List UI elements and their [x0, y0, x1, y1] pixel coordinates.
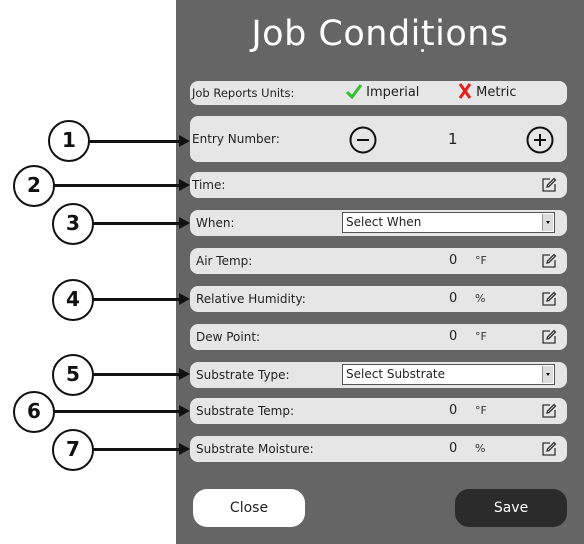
arrowhead-icon [179, 135, 190, 147]
edit-icon[interactable] [541, 177, 557, 193]
humidity-value: 0 [449, 291, 458, 306]
arrowhead-icon [179, 443, 190, 455]
when-select[interactable]: Select When [342, 212, 555, 233]
dew-point-label: Dew Point: [196, 330, 261, 344]
edit-icon[interactable] [541, 403, 557, 419]
imperial-label: Imperial [366, 85, 420, 100]
callout-1: 1 [48, 120, 90, 162]
air-temp-row: Air Temp: 0 °F [190, 248, 567, 274]
entry-number-value: 1 [448, 130, 458, 148]
edit-icon[interactable] [541, 291, 557, 307]
edit-icon[interactable] [541, 253, 557, 269]
air-temp-unit: °F [475, 254, 487, 267]
page-title: Job Conditions [251, 14, 509, 54]
imperial-option[interactable]: Imperial [345, 81, 420, 105]
dew-point-row: Dew Point: 0 °F [190, 324, 567, 350]
substrate-moisture-unit: % [475, 442, 486, 455]
dew-point-value: 0 [449, 329, 458, 344]
substrate-type-label: Substrate Type: [196, 368, 290, 382]
arrowhead-icon [179, 368, 190, 380]
minus-circle-icon[interactable] [349, 126, 377, 154]
callout-6: 6 [13, 391, 55, 433]
callout-arrow [93, 298, 180, 301]
substrate-moisture-value: 0 [449, 441, 458, 456]
substrate-select-value: Select Substrate [346, 367, 446, 381]
humidity-row: Relative Humidity: 0 % [190, 286, 567, 312]
humidity-unit: % [475, 292, 486, 305]
substrate-temp-unit: °F [475, 404, 487, 417]
substrate-temp-value: 0 [449, 403, 458, 418]
dropdown-arrow-icon[interactable] [542, 366, 553, 383]
units-row: Job Reports Units: Imperial Metric [190, 81, 567, 105]
arrowhead-icon [179, 179, 190, 191]
plus-circle-icon[interactable] [526, 126, 554, 154]
time-label: Time: [192, 178, 226, 192]
substrate-temp-label: Substrate Temp: [196, 404, 295, 418]
substrate-type-row: Substrate Type: Select Substrate [190, 362, 567, 388]
entry-number-row: Entry Number: 1 [190, 116, 567, 162]
metric-option[interactable]: Metric [458, 81, 517, 105]
title-dot [421, 49, 424, 52]
save-button[interactable]: Save [455, 489, 567, 527]
callout-2: 2 [13, 165, 55, 207]
substrate-moisture-row: Substrate Moisture: 0 % [190, 436, 567, 462]
substrate-temp-row: Substrate Temp: 0 °F [190, 398, 567, 424]
when-row: When: Select When [190, 210, 567, 236]
cross-icon [458, 83, 472, 99]
callout-arrow [54, 184, 180, 187]
dropdown-arrow-icon[interactable] [542, 214, 553, 231]
when-select-value: Select When [346, 215, 422, 229]
humidity-label: Relative Humidity: [196, 292, 306, 306]
dew-point-unit: °F [475, 330, 487, 343]
callout-arrow [93, 448, 180, 451]
callout-5: 5 [52, 354, 94, 396]
checkmark-icon [345, 84, 363, 100]
callout-4: 4 [52, 279, 94, 321]
arrowhead-icon [179, 293, 190, 305]
callout-arrow [54, 410, 180, 413]
callout-3: 3 [52, 203, 94, 245]
close-button[interactable]: Close [193, 489, 305, 527]
time-row: Time: [190, 172, 567, 198]
arrowhead-icon [179, 217, 190, 229]
substrate-moisture-label: Substrate Moisture: [196, 442, 314, 456]
metric-label: Metric [476, 85, 517, 100]
air-temp-value: 0 [449, 253, 458, 268]
air-temp-label: Air Temp: [196, 254, 253, 268]
edit-icon[interactable] [541, 441, 557, 457]
callout-arrow [89, 140, 180, 143]
units-label: Job Reports Units: [192, 86, 295, 100]
when-label: When: [196, 216, 235, 230]
entry-number-label: Entry Number: [192, 132, 280, 146]
callout-arrow [93, 373, 180, 376]
edit-icon[interactable] [541, 329, 557, 345]
callout-arrow [93, 222, 180, 225]
substrate-type-select[interactable]: Select Substrate [342, 364, 555, 385]
callout-7: 7 [52, 429, 94, 471]
arrowhead-icon [179, 405, 190, 417]
